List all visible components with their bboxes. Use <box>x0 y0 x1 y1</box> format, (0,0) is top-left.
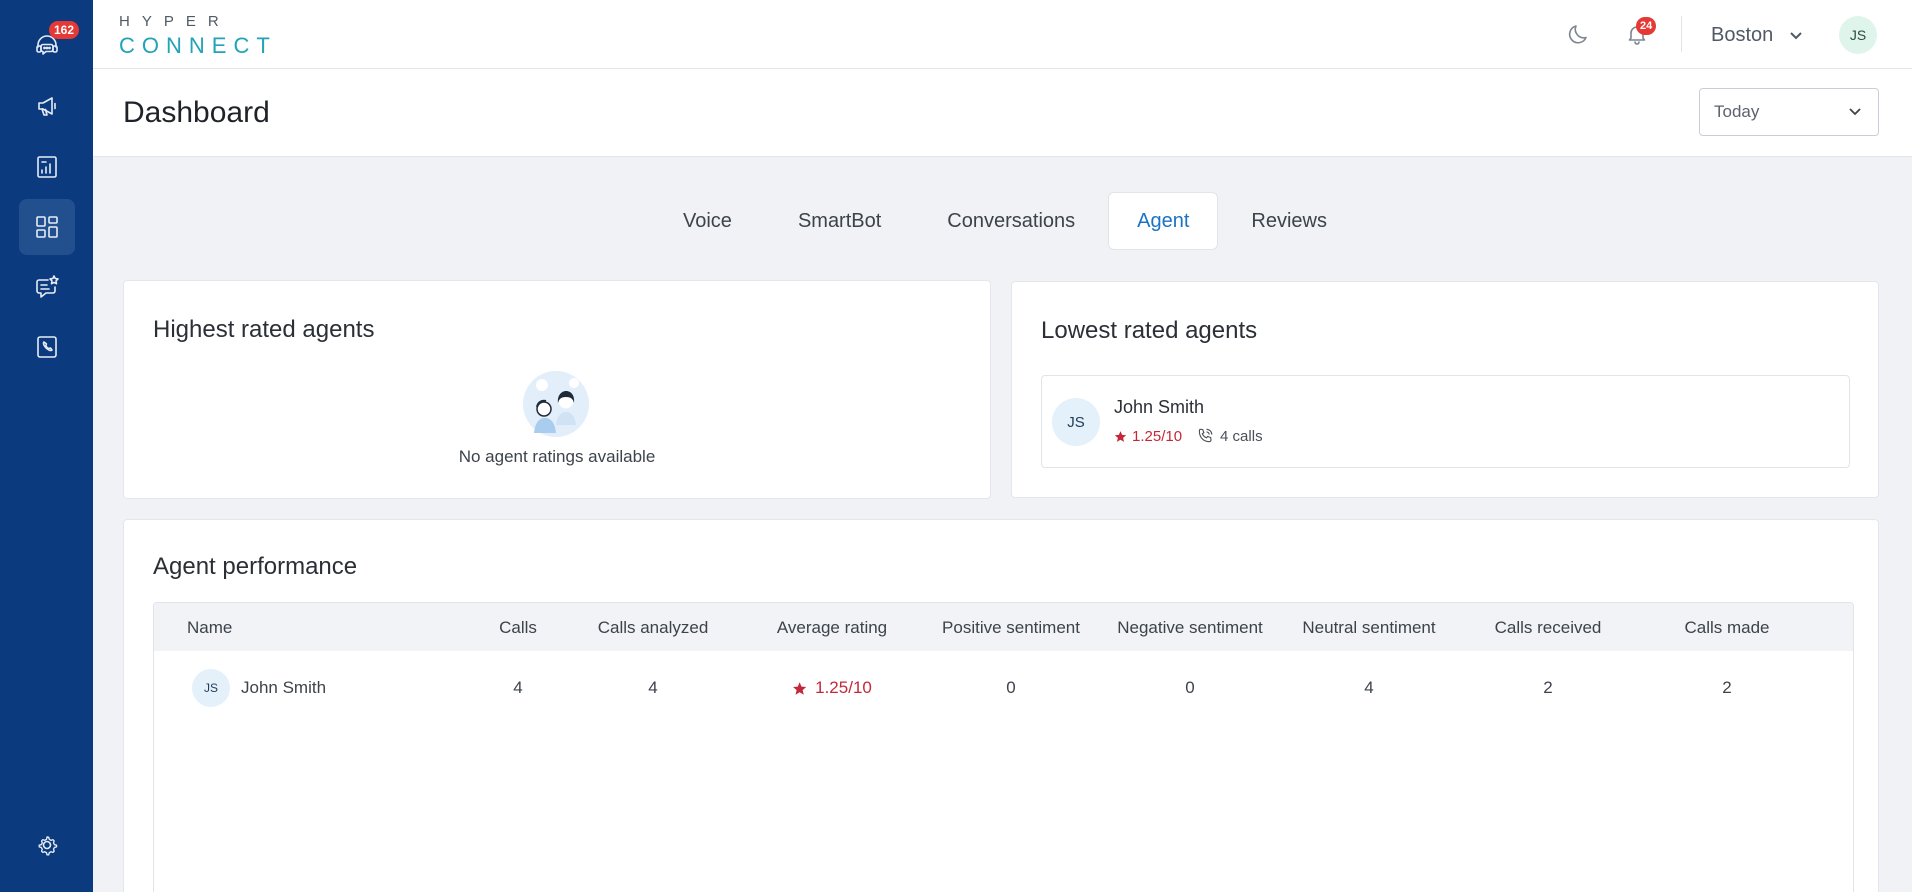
tab-smartbot[interactable]: SmartBot <box>765 192 914 250</box>
column-header-positive-sentiment[interactable]: Positive sentiment <box>942 618 1080 638</box>
chevron-down-icon <box>1790 31 1802 39</box>
chat-star-icon <box>36 275 59 298</box>
phone-icon <box>1198 428 1213 443</box>
notifications-button[interactable]: 24 <box>1621 17 1657 50</box>
column-header-neutral-sentiment[interactable]: Neutral sentiment <box>1302 618 1435 638</box>
agent-calls-value: 4 calls <box>1220 427 1263 445</box>
cell-positive-sentiment: 0 <box>1006 678 1016 697</box>
empty-state-text: No agent ratings available <box>458 447 656 466</box>
date-filter-value: Today <box>1714 102 1760 121</box>
star-icon <box>1114 430 1127 442</box>
agent-performance-table: Name Calls Calls analyzed Average rating… <box>153 602 1854 892</box>
page-header: Dashboard Today <box>93 69 1912 157</box>
agent-calls: 4 calls <box>1196 427 1263 445</box>
user-avatar[interactable]: JS <box>1839 16 1877 54</box>
agent-rating-value: 1.25/10 <box>1132 427 1183 445</box>
page-title: Dashboard <box>123 96 270 129</box>
tab-reviews[interactable]: Reviews <box>1218 192 1360 250</box>
agent-avatar: JS <box>192 669 230 707</box>
cell-calls: 4 <box>513 678 523 697</box>
city-selector[interactable]: Boston <box>1711 24 1803 47</box>
logo-top-text: HYPER <box>119 13 231 30</box>
date-filter-select[interactable]: Today <box>1699 88 1879 136</box>
column-header-negative-sentiment[interactable]: Negative sentiment <box>1117 618 1263 638</box>
tab-voice[interactable]: Voice <box>650 192 765 250</box>
column-header-calls-analyzed[interactable]: Calls analyzed <box>598 618 709 638</box>
moon-icon <box>1568 25 1587 44</box>
header-divider <box>1681 16 1682 52</box>
agent-performance-title: Agent performance <box>153 553 358 580</box>
city-label: Boston <box>1711 24 1774 46</box>
column-header-calls[interactable]: Calls <box>499 618 537 638</box>
cell-average-rating: 1.25/10 <box>792 678 872 698</box>
column-header-average-rating[interactable]: Average rating <box>777 618 887 638</box>
tab-agent[interactable]: Agent <box>1108 192 1219 250</box>
star-icon <box>793 681 807 695</box>
sidebar-item-campaigns[interactable] <box>19 78 75 134</box>
report-icon <box>37 156 57 178</box>
agent-rating-item[interactable]: JS John Smith 1.25/10 4 calls <box>1041 375 1850 468</box>
megaphone-icon <box>38 97 56 116</box>
sidebar: 162 <box>0 0 93 892</box>
highest-rated-card: Highest rated agents No agent ratings av… <box>123 280 991 499</box>
sidebar-item-reviews[interactable] <box>19 259 75 315</box>
cell-calls-analyzed: 4 <box>648 678 658 697</box>
agent-performance-card: Agent performance Name Calls Calls analy… <box>123 519 1879 892</box>
gear-icon <box>38 836 58 856</box>
tab-conversations[interactable]: Conversations <box>914 192 1108 250</box>
top-header: HYPER CONNECT 24 Boston JS <box>93 0 1912 69</box>
sidebar-item-settings[interactable] <box>19 817 75 873</box>
column-header-name[interactable]: Name <box>187 618 232 638</box>
cell-negative-sentiment: 0 <box>1185 678 1195 697</box>
highest-rated-title: Highest rated agents <box>153 316 375 343</box>
agent-name: John Smith <box>1114 397 1205 417</box>
sidebar-item-reports[interactable] <box>19 139 75 195</box>
notification-badge: 24 <box>1636 17 1657 35</box>
sidebar-item-support[interactable]: 162 <box>19 18 80 74</box>
cell-neutral-sentiment: 4 <box>1364 678 1374 697</box>
cell-calls-received: 2 <box>1543 678 1553 697</box>
cell-name: John Smith <box>241 678 327 697</box>
chevron-down-icon <box>1849 108 1861 116</box>
column-header-calls-received[interactable]: Calls received <box>1495 618 1602 638</box>
dashboard-icon <box>36 216 58 238</box>
no-agents-illustration <box>523 371 589 437</box>
lowest-rated-card: Lowest rated agents JS John Smith 1.25/1… <box>1011 281 1879 498</box>
cell-calls-made: 2 <box>1722 678 1732 697</box>
cell-average-rating-value: 1.25/10 <box>815 678 872 697</box>
agent-rating: 1.25/10 <box>1114 428 1182 445</box>
agent-avatar: JS <box>1052 398 1100 446</box>
support-badge: 162 <box>49 21 80 39</box>
agent-meta: 1.25/10 4 calls <box>1114 427 1263 445</box>
phone-book-icon <box>37 336 57 358</box>
sidebar-item-dashboard[interactable] <box>19 199 75 255</box>
dashboard-tabs: Voice SmartBot Conversations Agent Revie… <box>650 192 1360 250</box>
table-header: Name Calls Calls analyzed Average rating… <box>154 603 1853 651</box>
lowest-rated-title: Lowest rated agents <box>1041 317 1258 344</box>
sidebar-item-contacts[interactable] <box>19 319 75 375</box>
logo-bottom-text: CONNECT <box>119 33 277 58</box>
dark-mode-toggle[interactable] <box>1563 18 1595 50</box>
column-header-calls-made[interactable]: Calls made <box>1684 618 1769 638</box>
